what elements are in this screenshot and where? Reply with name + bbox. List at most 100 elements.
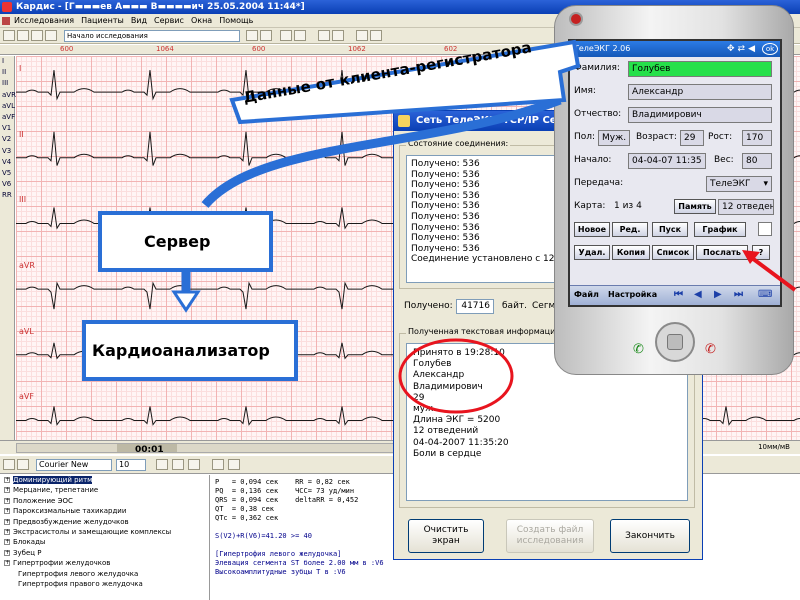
font-size-select[interactable]: 10 [116, 459, 146, 471]
tool-icon[interactable] [356, 30, 368, 41]
lead-selector[interactable]: aVF [0, 112, 15, 123]
expand-icon[interactable]: + [4, 497, 10, 504]
expand-icon[interactable]: + [4, 518, 10, 525]
pda-button-r2-5[interactable]: ? [752, 245, 770, 260]
keyboard-icon[interactable]: ⌨ [758, 286, 772, 304]
lead-selector[interactable]: V6 [0, 179, 14, 190]
clear-screen-button[interactable]: Очистить экран [408, 519, 484, 553]
next-record-icon[interactable]: ▶ [714, 286, 722, 304]
save-icon[interactable] [31, 30, 43, 41]
open-icon[interactable] [17, 30, 29, 41]
pda-button-2[interactable]: Ред. [612, 222, 648, 237]
call-end-icon[interactable]: ✆ [705, 342, 721, 358]
lead-selector[interactable]: V3 [0, 146, 14, 157]
study-section-select[interactable]: Начало исследования [64, 30, 240, 42]
tool-icon[interactable] [3, 459, 15, 470]
option-checkbox[interactable] [758, 222, 772, 236]
surname-field[interactable]: Голубев [628, 61, 772, 77]
menu-item[interactable]: Окна [191, 16, 212, 25]
tool-icon[interactable] [318, 30, 330, 41]
tool-icon[interactable] [294, 30, 306, 41]
expand-icon[interactable]: + [4, 560, 10, 567]
lead-selector[interactable]: I [0, 56, 14, 67]
pda-button-r2-1[interactable]: Удал. [574, 245, 610, 260]
pda-button-r2-3[interactable]: Список [652, 245, 694, 260]
tree-item[interactable]: + Экстрасистолы и замещающие комплексы [0, 527, 209, 537]
tool-icon[interactable] [260, 30, 272, 41]
tree-item-label: Блокады [13, 538, 46, 547]
pda-button-1[interactable]: Новое [574, 222, 610, 237]
font-name-select[interactable]: Courier New [36, 459, 112, 471]
pda-menu-file[interactable]: Файл [574, 286, 599, 304]
pda-button-r2-4[interactable]: Послать [696, 245, 748, 260]
call-answer-icon[interactable]: ✆ [633, 342, 649, 358]
measurement-report[interactable]: P = 0,094 сек RR = 0,82 сек PQ = 0,136 се… [212, 475, 402, 600]
create-study-file-button[interactable]: Создать файл исследования [506, 519, 594, 553]
tool-icon[interactable] [246, 30, 258, 41]
expand-icon[interactable]: + [4, 487, 10, 494]
patronymic-field[interactable]: Владимирович [628, 107, 772, 123]
tree-item[interactable]: + Пароксизмальные тахикардии [0, 506, 209, 516]
menu-item[interactable]: Сервис [154, 16, 184, 25]
time-scrollbar[interactable]: 00:01 [16, 443, 436, 455]
first-record-icon[interactable]: ⏮ [674, 286, 683, 304]
start-field[interactable]: 04-04-07 11:35 [628, 153, 706, 169]
lead-selector[interactable]: III [0, 78, 14, 89]
leads-count-field[interactable]: 12 отведен. [718, 199, 774, 215]
expand-icon[interactable]: + [4, 528, 10, 535]
tree-item[interactable]: + Доминирующий ритм [0, 475, 209, 485]
prev-record-icon[interactable]: ◀ [694, 286, 702, 304]
height-field[interactable]: 170 [742, 130, 772, 146]
tool-icon[interactable] [332, 30, 344, 41]
expand-icon[interactable]: + [4, 477, 10, 483]
pda-menu-settings[interactable]: Настройка [608, 286, 657, 304]
print-icon[interactable] [45, 30, 57, 41]
menu-item[interactable]: Вид [131, 16, 147, 25]
align-icon[interactable] [212, 459, 224, 470]
weight-field[interactable]: 80 [742, 153, 772, 169]
menu-item[interactable]: Помощь [219, 16, 253, 25]
memory-button[interactable]: Память [674, 199, 716, 214]
tree-item[interactable]: + Предвозбуждение желудочков [0, 517, 209, 527]
menu-item[interactable]: Исследования [14, 16, 74, 25]
tree-item[interactable]: + Мерцание, трепетание [0, 485, 209, 495]
lead-selector[interactable]: V4 [0, 157, 14, 168]
tool-icon[interactable] [370, 30, 382, 41]
last-record-icon[interactable]: ⏭ [734, 286, 743, 304]
sex-field[interactable]: Муж. [598, 130, 630, 146]
tree-item[interactable]: + Гипертрофии желудочков [0, 558, 209, 568]
italic-icon[interactable] [172, 459, 184, 470]
tree-item[interactable]: + Блокады [0, 537, 209, 547]
tree-item[interactable]: + Зубец P [0, 548, 209, 558]
lead-selector[interactable]: V2 [0, 134, 14, 145]
name-field[interactable]: Александр [628, 84, 772, 100]
tool-icon[interactable] [17, 459, 29, 470]
tree-item[interactable]: Гипертрофия левого желудочка [0, 569, 209, 579]
lead-selector[interactable]: V5 [0, 168, 14, 179]
align-icon[interactable] [228, 459, 240, 470]
tree-item[interactable]: Гипертрофия правого желудочка [0, 579, 209, 589]
pda-button-r2-2[interactable]: Копия [612, 245, 650, 260]
lead-selector[interactable]: aVR [0, 90, 16, 101]
lead-selector[interactable]: aVL [0, 101, 15, 112]
tree-item[interactable]: + Положение ЭОС [0, 496, 209, 506]
expand-icon[interactable]: + [4, 508, 10, 515]
lead-selector[interactable]: V1 [0, 123, 14, 134]
expand-icon[interactable]: + [4, 549, 10, 556]
tool-icon[interactable] [280, 30, 292, 41]
lead-selector[interactable]: II [0, 67, 14, 78]
power-button-icon[interactable] [569, 12, 583, 26]
menu-item[interactable]: Пациенты [81, 16, 124, 25]
underline-icon[interactable] [188, 459, 200, 470]
expand-icon[interactable]: + [4, 539, 10, 546]
bold-icon[interactable] [156, 459, 168, 470]
finish-button[interactable]: Закончить [610, 519, 690, 553]
pda-button-4[interactable]: График [694, 222, 746, 237]
pda-button-3[interactable]: Пуск [652, 222, 688, 237]
dpad-center-button[interactable] [667, 334, 683, 350]
pda-ok-button[interactable]: ok [762, 43, 778, 55]
age-field[interactable]: 29 [680, 130, 704, 146]
new-icon[interactable] [3, 30, 15, 41]
transfer-select[interactable]: ТелеЭКГ ▾ [706, 176, 772, 192]
lead-selector[interactable]: RR [0, 190, 14, 201]
